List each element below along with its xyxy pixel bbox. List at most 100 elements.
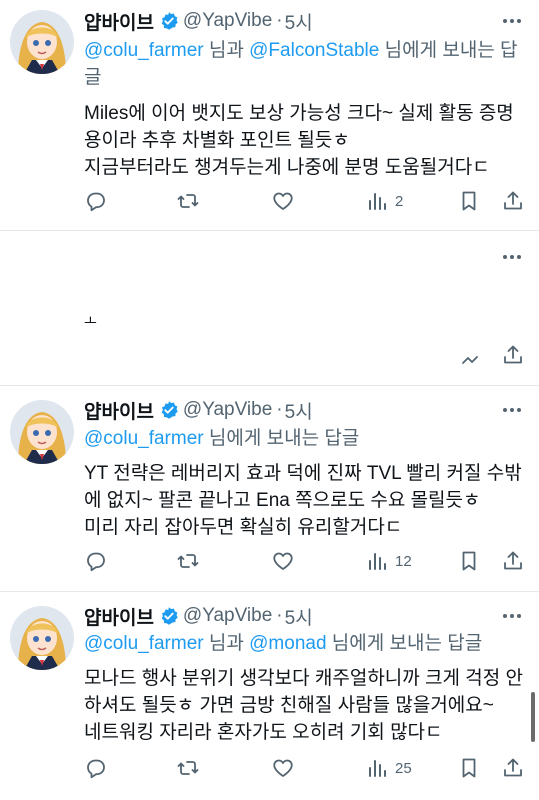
display-name[interactable]: 얍바이브 [84, 397, 154, 424]
verified-badge-icon [159, 11, 179, 31]
scrollbar-thumb[interactable] [531, 692, 535, 742]
mention-link[interactable]: @FalconStable [249, 40, 379, 61]
tweet-header: 얍바이브 @YapVibe · 5시 [84, 8, 313, 34]
share-button[interactable] [501, 754, 525, 782]
action-bar: 2 [84, 187, 527, 215]
more-icon[interactable] [499, 603, 525, 629]
verified-badge-icon [159, 606, 179, 626]
mention-link[interactable]: @colu_farmer [84, 428, 204, 449]
reply-button[interactable] [84, 754, 108, 782]
tweet-placeholder: ㅗ [0, 231, 539, 386]
bookmark-icon [462, 551, 476, 571]
tweet-line: 모나드 행사 분위기 생각보다 캐주얼하니까 크게 걱정 안 [84, 668, 523, 689]
tweet-line: 미리 자리 잡아두면 확실히 유리할거다ㄷ [84, 517, 403, 538]
tweet-header: 얍바이브 @YapVibe · 5시 [84, 397, 313, 423]
bookmark-button[interactable] [457, 187, 481, 215]
share-icon [504, 758, 522, 777]
share-button[interactable] [501, 547, 525, 575]
reply-icon [87, 759, 105, 779]
tweet-2[interactable]: 얍바이브 @YapVibe · 5시 @colu_farmer 님에게 보내는 … [0, 386, 539, 591]
share-icon [504, 551, 522, 570]
heart-icon [273, 552, 293, 570]
retweet-icon [177, 761, 199, 775]
tweet-line: 지금부터라도 챙겨두는게 나중에 분명 도움될거다ㄷ [84, 157, 490, 178]
tweet-body: 모나드 행사 분위기 생각보다 캐주얼하니까 크게 걱정 안 하셔도 될듯ㅎ 가… [84, 665, 529, 746]
views-count: 2 [395, 192, 404, 210]
avatar-image [10, 10, 74, 74]
timestamp[interactable]: 5시 [285, 603, 313, 630]
bookmark-button[interactable] [457, 754, 481, 782]
tweet-header: 얍바이브 @YapVibe · 5시 [84, 603, 313, 629]
reply-connector: 님과 [203, 633, 250, 654]
views-count: 12 [395, 552, 412, 570]
action-bar: 12 [84, 547, 527, 575]
tweet-body: YT 전략은 레버리지 효과 덕에 진짜 TVL 빨리 커질 수밖 에 없지~ … [84, 460, 529, 541]
reply-connector: 님과 [203, 40, 250, 61]
display-name[interactable]: 얍바이브 [84, 8, 154, 35]
timestamp[interactable]: 5시 [285, 8, 313, 35]
share-icon [504, 345, 522, 364]
tweet-line: 에 없지~ 팔콘 끝나고 Ena 쪽으로도 수요 몰릴듯ㅎ [84, 490, 481, 511]
views-icon [369, 193, 386, 210]
handle[interactable]: @YapVibe [183, 10, 272, 32]
views-button[interactable]: 12 [365, 547, 412, 575]
avatar-image [10, 400, 74, 464]
share-button[interactable] [501, 341, 525, 369]
reply-context: @colu_farmer 님에게 보내는 답글 [84, 425, 529, 452]
views-icon [369, 760, 386, 777]
timestamp[interactable]: 5시 [285, 397, 313, 424]
display-name[interactable]: 얍바이브 [84, 603, 154, 630]
retweet-button[interactable] [176, 187, 200, 215]
bookmark-button[interactable] [457, 547, 481, 575]
share-icon [504, 191, 522, 210]
handle[interactable]: @YapVibe [183, 399, 272, 421]
like-button[interactable] [271, 187, 295, 215]
more-icon[interactable] [499, 8, 525, 34]
reply-suffix: 님에게 보내는 답글 [326, 633, 483, 654]
separator-dot: · [276, 10, 283, 31]
reply-icon [87, 552, 105, 572]
retweet-button[interactable] [176, 547, 200, 575]
reply-icon [87, 192, 105, 212]
views-button[interactable]: 25 [365, 754, 412, 782]
views-button[interactable]: 2 [365, 187, 403, 215]
tweet-line: 네트워킹 자리라 혼자가도 오히려 기회 많다ㄷ [84, 722, 443, 743]
separator-dot: · [276, 399, 283, 420]
reply-context: @colu_farmer 님과 @monad 님에게 보내는 답글 [84, 630, 529, 657]
views-icon [369, 553, 386, 570]
heart-icon [273, 192, 293, 210]
more-icon[interactable] [499, 397, 525, 423]
retweet-button[interactable] [176, 754, 200, 782]
tweet-line: 용이라 추후 차별화 포인트 될듯ㅎ [84, 130, 350, 151]
bookmark-icon [462, 356, 478, 364]
bookmark-button[interactable] [458, 343, 482, 371]
reply-button[interactable] [84, 547, 108, 575]
verified-badge-icon [159, 400, 179, 420]
avatar[interactable] [10, 400, 74, 464]
more-icon[interactable] [499, 244, 525, 270]
retweet-icon [177, 194, 199, 208]
avatar[interactable] [10, 606, 74, 670]
heart-icon [273, 759, 293, 777]
mention-link[interactable]: @colu_farmer [84, 633, 204, 654]
partial-text: ㅗ [84, 313, 97, 329]
tweet-line: 하셔도 될듯ㅎ 가면 금방 친해질 사람들 많을거에요~ [84, 695, 494, 716]
mention-link[interactable]: @colu_farmer [84, 40, 204, 61]
reply-button[interactable] [84, 187, 108, 215]
like-button[interactable] [271, 547, 295, 575]
handle[interactable]: @YapVibe [183, 605, 272, 627]
views-count: 25 [395, 759, 412, 777]
action-bar: 25 [84, 754, 527, 782]
like-button[interactable] [271, 754, 295, 782]
tweet-body: Miles에 이어 뱃지도 보상 가능성 크다~ 실제 활동 증명 용이라 추후… [84, 100, 529, 181]
tweet-line: Miles에 이어 뱃지도 보상 가능성 크다~ 실제 활동 증명 [84, 103, 514, 124]
avatar[interactable] [10, 10, 74, 74]
reply-context: @colu_farmer 님과 @FalconStable 님에게 보내는 답글 [84, 37, 529, 91]
share-button[interactable] [501, 187, 525, 215]
tweet-3[interactable]: 얍바이브 @YapVibe · 5시 @colu_farmer 님과 @mona… [0, 592, 539, 800]
bookmark-icon [462, 191, 476, 211]
mention-link[interactable]: @monad [249, 633, 326, 654]
avatar-image [10, 606, 74, 670]
bookmark-icon [462, 758, 476, 778]
tweet-1[interactable]: 얍바이브 @YapVibe · 5시 @colu_farmer 님과 @Falc… [0, 0, 539, 226]
